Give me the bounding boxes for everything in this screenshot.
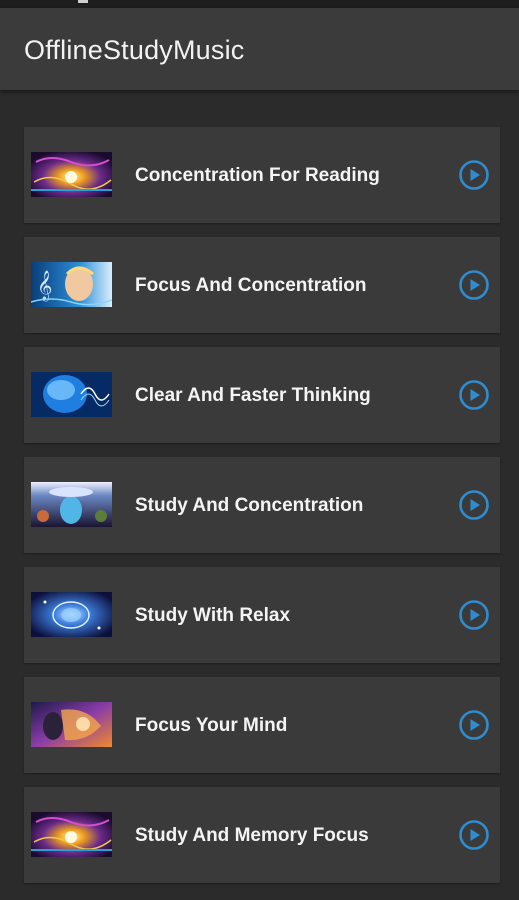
- track-title: Study With Relax: [135, 605, 291, 626]
- track-thumbnail: [31, 812, 112, 857]
- track-title: Study And Memory Focus: [135, 825, 369, 846]
- track-item-clear-and-faster-thinking[interactable]: Clear And Faster Thinking: [24, 347, 500, 443]
- app-bar: OfflineStudyMusic: [0, 8, 519, 90]
- track-thumbnail: [31, 702, 112, 747]
- track-item-focus-and-concentration[interactable]: 𝄞 Focus And Concentration: [24, 237, 500, 333]
- track-title: Study And Concentration: [135, 495, 364, 516]
- track-thumbnail: [31, 592, 112, 637]
- play-circle-icon[interactable]: [458, 489, 490, 521]
- track-title: Focus And Concentration: [135, 275, 367, 296]
- play-circle-icon[interactable]: [458, 269, 490, 301]
- track-title: Clear And Faster Thinking: [135, 385, 371, 406]
- track-item-study-and-concentration[interactable]: Study And Concentration: [24, 457, 500, 553]
- play-circle-icon[interactable]: [458, 599, 490, 631]
- track-title: Concentration For Reading: [135, 165, 380, 186]
- track-list: Concentration For Reading 𝄞 Focus And Co…: [24, 127, 500, 897]
- track-thumbnail: [31, 152, 112, 197]
- play-circle-icon[interactable]: [458, 159, 490, 191]
- track-item-concentration-for-reading[interactable]: Concentration For Reading: [24, 127, 500, 223]
- track-thumbnail: [31, 482, 112, 527]
- status-indicator: [78, 0, 88, 3]
- app-title: OfflineStudyMusic: [24, 35, 245, 65]
- status-bar: [0, 0, 519, 8]
- track-item-study-with-relax[interactable]: Study With Relax: [24, 567, 500, 663]
- track-item-study-and-memory-focus[interactable]: Study And Memory Focus: [24, 787, 500, 883]
- play-circle-icon[interactable]: [458, 819, 490, 851]
- track-item-focus-your-mind[interactable]: Focus Your Mind: [24, 677, 500, 773]
- play-circle-icon[interactable]: [458, 709, 490, 741]
- track-title: Focus Your Mind: [135, 715, 288, 736]
- track-thumbnail: [31, 372, 112, 417]
- play-circle-icon[interactable]: [458, 379, 490, 411]
- svg-text:𝄞: 𝄞: [37, 270, 52, 302]
- track-thumbnail: 𝄞: [31, 262, 112, 307]
